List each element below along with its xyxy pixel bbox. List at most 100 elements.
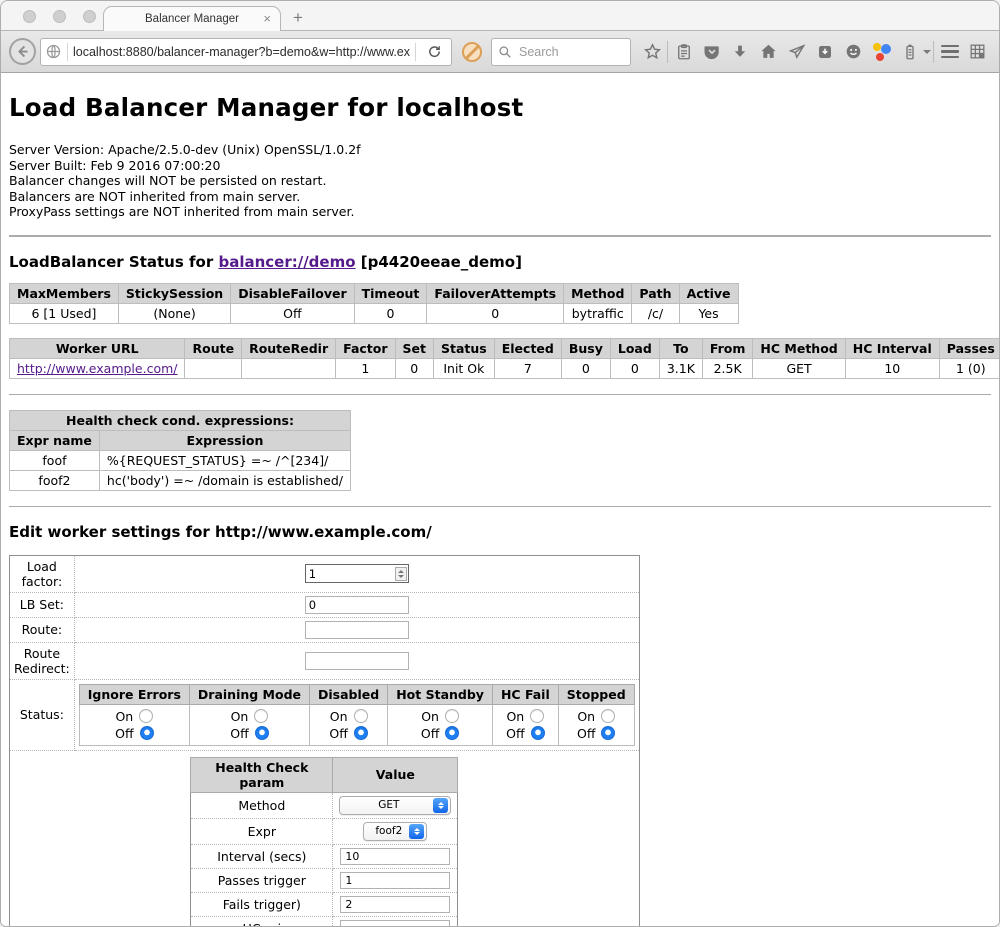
proxypass-notice-line: ProxyPass settings are NOT inherited fro… [9,204,991,220]
on-label: On [421,708,439,725]
col-active: Active [679,283,738,303]
tab-balancer-manager[interactable]: Balancer Manager × [103,6,281,31]
feedback-smiley-icon[interactable] [840,39,866,65]
health-check-expressions-table: Health check cond. expressions: Expr nam… [9,410,351,491]
bookmark-star-icon[interactable] [639,39,665,65]
radio-hot-standby-on[interactable] [445,709,459,723]
radio-stopped-on[interactable] [601,709,615,723]
on-label: On [115,708,133,725]
off-label: Off [577,725,595,742]
table-row: Expr foof2 [191,818,458,844]
col-disablefailover: DisableFailover [231,283,354,303]
status-label: Status: [10,679,75,750]
on-label: On [506,708,524,725]
send-tab-plane-icon[interactable] [784,39,810,65]
apps-grid-icon[interactable] [965,39,991,65]
radio-draining-mode-off[interactable] [255,726,269,740]
reload-icon [427,44,442,59]
method-selected-value: GET [344,799,433,811]
table-header-row: Ignore Errors Draining Mode Disabled Hot… [79,684,634,704]
pocket-icon[interactable] [699,39,725,65]
col-stickysession: StickySession [118,283,230,303]
table-row: http://www.example.com/ 1 0 Init Ok 7 0 … [10,358,1000,378]
route-input[interactable] [305,621,409,639]
radio-hc-fail-off[interactable] [531,726,545,740]
expr-name: foof2 [10,470,100,490]
edit-worker-heading: Edit worker settings for http://www.exam… [9,523,991,541]
form-row-hc: Health Check param Value Method GET Expr [10,750,640,927]
window-controls [23,10,96,23]
url-text[interactable]: localhost:8880/balancer-manager?b=demo&w… [73,45,410,59]
table-row: Method GET [191,792,458,818]
tab-title: Balancer Manager [145,13,239,25]
content-blocker-extension-icon[interactable] [462,42,482,62]
color-dots-extension-icon[interactable] [869,39,895,65]
table-row: foof %{REQUEST_STATUS} =~ /^[234]/ [10,450,351,470]
new-tab-button[interactable]: + [293,7,303,29]
radio-hot-standby-off[interactable] [445,726,459,740]
form-row-status: Status: Ignore Errors Draining Mode Disa… [10,679,640,750]
divider [9,235,991,237]
load-factor-input[interactable] [305,564,409,583]
zoom-window-button[interactable] [83,10,96,23]
server-built-line: Server Built: Feb 9 2016 07:00:20 [9,158,991,174]
table-row: Interval (secs) [191,844,458,868]
table-row: Passes trigger [191,868,458,892]
hc-uri-input[interactable] [340,920,450,927]
off-label: Off [506,725,524,742]
toolbar-separator [933,41,934,63]
passes-input[interactable] [340,872,450,889]
health-check-param-table: Health Check param Value Method GET Expr [190,757,458,927]
menu-hamburger-icon[interactable] [937,39,963,65]
interval-input[interactable] [340,848,450,865]
table-row: Fails trigger) [191,892,458,916]
back-arrow-icon [15,44,30,59]
search-bar[interactable] [491,38,631,66]
worker-url-link[interactable]: http://www.example.com/ [17,361,177,376]
col-path: Path [632,283,679,303]
method-select[interactable]: GET [339,796,451,815]
radio-hc-fail-on[interactable] [530,709,544,723]
radio-stopped-off[interactable] [601,726,615,740]
off-label: Off [230,725,248,742]
downloads-icon[interactable] [727,39,753,65]
back-button[interactable] [9,38,36,65]
col-method: Method [564,283,632,303]
table-row: 6 [1 Used] (None) Off 0 0 bytraffic /c/ … [10,303,739,323]
extension-dropdown-caret-icon[interactable] [923,50,931,54]
radio-disabled-on[interactable] [354,709,368,723]
balancer-link[interactable]: balancer://demo [218,253,355,271]
url-separator [67,43,68,61]
page-content: Load Balancer Manager for localhost Serv… [1,73,999,927]
battery-list-extension-icon[interactable] [897,39,923,65]
expr-table-title: Health check cond. expressions: [10,410,351,430]
expr-select[interactable]: foof2 [363,822,427,841]
tab-close-icon[interactable]: × [263,12,271,25]
search-input[interactable] [517,44,617,60]
edit-worker-form: Load factor: LB Set: Route: Route Redire… [9,555,640,927]
reload-button[interactable] [421,39,447,65]
fails-input[interactable] [340,896,450,913]
table-header-row: MaxMembers StickySession DisableFailover… [10,283,739,303]
balancer-settings-table: MaxMembers StickySession DisableFailover… [9,283,739,324]
lb-set-input[interactable] [305,596,409,614]
home-icon[interactable] [755,39,781,65]
expr-selected-value: foof2 [368,825,409,837]
save-to-box-icon[interactable] [812,39,838,65]
route-redirect-input[interactable] [305,652,409,670]
navigation-toolbar: localhost:8880/balancer-manager?b=demo&w… [1,31,999,73]
radio-draining-mode-on[interactable] [254,709,268,723]
col-timeout: Timeout [354,283,427,303]
close-window-button[interactable] [23,10,36,23]
select-stepper-icon [433,798,448,813]
minimize-window-button[interactable] [53,10,66,23]
site-identity-globe-icon[interactable] [45,43,62,60]
toolbar-separator [667,41,668,63]
persist-notice-line: Balancer changes will NOT be persisted o… [9,173,991,189]
radio-disabled-off[interactable] [354,726,368,740]
number-stepper-icon[interactable] [395,567,407,581]
radio-ignore-errors-on[interactable] [139,709,153,723]
radio-ignore-errors-off[interactable] [140,726,154,740]
reading-list-clipboard-icon[interactable] [671,39,697,65]
url-bar[interactable]: localhost:8880/balancer-manager?b=demo&w… [40,38,452,66]
